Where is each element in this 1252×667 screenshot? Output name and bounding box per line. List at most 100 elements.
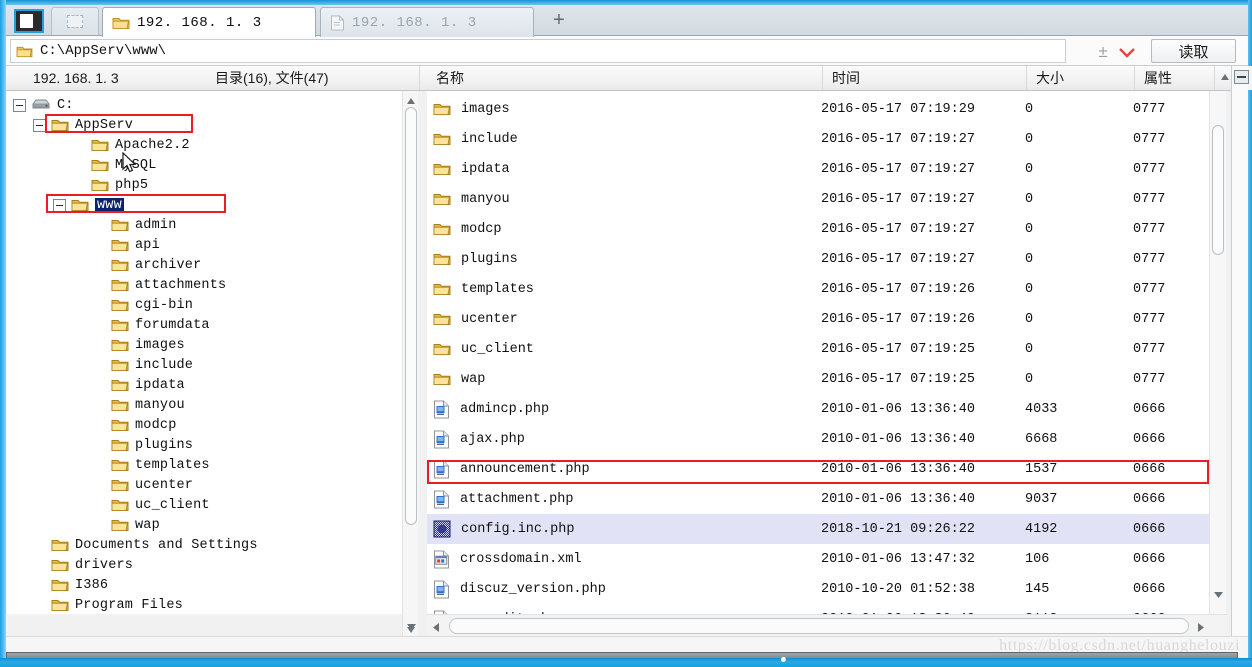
directory-tree-pane[interactable]: C: AppServ Apache2.2 MySQL php5 www admin api ar… xyxy=(7,91,418,614)
file-size-cell: 4033 xyxy=(1025,401,1058,417)
tree-node[interactable]: attachments xyxy=(13,275,418,295)
table-row[interactable]: ajax.php 2010-01-06 13:36:40 6668 0666 xyxy=(427,424,1209,454)
header-time[interactable]: 时间 xyxy=(823,66,1027,90)
panel-collapse-icon[interactable] xyxy=(1234,70,1249,84)
tree-node-label: plugins xyxy=(135,437,194,453)
tree-node[interactable]: C: xyxy=(13,95,418,115)
tree-node[interactable]: www xyxy=(13,195,418,215)
header-name[interactable]: 名称 xyxy=(427,66,823,90)
table-row[interactable]: templates 2016-05-17 07:19:26 0 0777 xyxy=(427,274,1209,304)
tree-node-label: drivers xyxy=(75,557,134,573)
header-counts[interactable]: 目录(16), 文件(47) xyxy=(206,66,420,90)
tree-node[interactable]: admin xyxy=(13,215,418,235)
address-bar: C:\AppServ\www\ ± 读取 xyxy=(6,36,1248,66)
tree-node[interactable]: AppServ xyxy=(13,115,418,135)
folder-icon xyxy=(111,478,129,492)
tab-placeholder-button[interactable] xyxy=(51,7,99,35)
tree-hscroll-down-icon[interactable] xyxy=(406,619,417,630)
table-row[interactable]: include 2016-05-17 07:19:27 0 0777 xyxy=(427,124,1209,154)
tree-node[interactable]: archiver xyxy=(13,255,418,275)
hscroll-right-icon[interactable] xyxy=(1195,620,1206,632)
table-row[interactable]: attachment.php 2010-01-06 13:36:40 9037 066… xyxy=(427,484,1209,514)
tree-node[interactable]: MySQL xyxy=(13,155,418,175)
file-list-pane[interactable]: images 2016-05-17 07:19:29 0 0777 include 201… xyxy=(427,91,1209,614)
mouse-cursor-icon xyxy=(122,151,138,179)
table-row[interactable]: wap 2016-05-17 07:19:25 0 0777 xyxy=(427,364,1209,394)
plus-minus-icon[interactable]: ± xyxy=(1095,43,1111,60)
tree-node[interactable]: api xyxy=(13,235,418,255)
tree-scrollbar[interactable] xyxy=(402,91,418,636)
folder-icon xyxy=(433,162,451,176)
table-row[interactable]: announcement.php 2010-01-06 13:36:40 1537 0… xyxy=(427,454,1209,484)
table-row[interactable]: plugins 2016-05-17 07:19:27 0 0777 xyxy=(427,244,1209,274)
header-host[interactable]: 192. 168. 1. 3 xyxy=(24,66,184,90)
table-row[interactable]: uc_client 2016-05-17 07:19:25 0 0777 xyxy=(427,334,1209,364)
collapse-expander-icon[interactable] xyxy=(13,98,26,112)
collapse-expander-icon[interactable] xyxy=(33,118,46,132)
header-size[interactable]: 大小 xyxy=(1027,66,1135,90)
tree-node[interactable]: uc_client xyxy=(13,495,418,515)
collapse-expander-icon[interactable] xyxy=(53,198,66,212)
file-name-label: discuz_version.php xyxy=(460,581,606,597)
table-row[interactable]: images 2016-05-17 07:19:29 0 0777 xyxy=(427,94,1209,124)
tree-node[interactable]: ucenter xyxy=(13,475,418,495)
file-list-scroll-thumb[interactable] xyxy=(1212,125,1224,255)
tree-scroll-thumb[interactable] xyxy=(405,107,417,525)
window-frame-right xyxy=(1248,0,1252,667)
file-list-hscrollbar[interactable] xyxy=(427,614,1227,636)
table-row[interactable]: ucenter 2016-05-17 07:19:26 0 0777 xyxy=(427,304,1209,334)
tree-node[interactable]: Program Files xyxy=(13,595,418,614)
tree-node[interactable]: php5 xyxy=(13,175,418,195)
table-row[interactable]: discuz_version.php 2010-10-20 01:52:38 145… xyxy=(427,574,1209,604)
tree-node[interactable]: images xyxy=(13,335,418,355)
file-list-scrollbar[interactable] xyxy=(1209,91,1226,614)
tree-scroll-up-icon[interactable] xyxy=(406,93,416,104)
read-button[interactable]: 读取 xyxy=(1151,39,1236,63)
table-row[interactable]: config.inc.php 2018-10-21 09:26:22 4192 066… xyxy=(427,514,1209,544)
tree-node[interactable]: Documents and Settings xyxy=(13,535,418,555)
tree-node[interactable]: wap xyxy=(13,515,418,535)
tree-node[interactable]: plugins xyxy=(13,435,418,455)
new-tab-button[interactable]: + xyxy=(548,10,570,32)
tree-node[interactable]: forumdata xyxy=(13,315,418,335)
column-header-bar: 192. 168. 1. 3 目录(16), 文件(47) 名称 时间 大小 属… xyxy=(6,66,1252,91)
hscroll-thumb[interactable] xyxy=(449,618,1189,634)
path-input[interactable]: C:\AppServ\www\ xyxy=(10,39,1066,63)
tree-node-label: attachments xyxy=(135,277,227,293)
tree-node-label: include xyxy=(135,357,194,373)
file-list-scroll-down-icon[interactable] xyxy=(1213,587,1224,598)
tree-node[interactable]: manyou xyxy=(13,395,418,415)
php-file-icon xyxy=(433,400,450,419)
tab-connection-active[interactable]: 192. 168. 1. 3 xyxy=(102,7,316,37)
tree-node[interactable]: cgi-bin xyxy=(13,295,418,315)
header-attr[interactable]: 属性 xyxy=(1135,66,1215,90)
folder-icon xyxy=(433,372,451,386)
file-size-cell: 0 xyxy=(1025,131,1034,147)
tree-node[interactable]: modcp xyxy=(13,415,418,435)
table-row[interactable]: eccredit.php2010-01-06 13:36:4081120666 xyxy=(427,604,1209,614)
tree-node[interactable]: drivers xyxy=(13,555,418,575)
tree-node[interactable]: ipdata xyxy=(13,375,418,395)
table-row[interactable]: admincp.php 2010-01-06 13:36:40 4033 0666 xyxy=(427,394,1209,424)
hscroll-left-icon[interactable] xyxy=(431,620,442,632)
table-row[interactable]: modcp 2016-05-17 07:19:27 0 0777 xyxy=(427,214,1209,244)
table-row[interactable]: crossdomain.xml 2010-01-06 13:47:32 106 066… xyxy=(427,544,1209,574)
file-name-cell: ipdata xyxy=(427,162,817,177)
tree-node-label: Documents and Settings xyxy=(75,537,258,553)
file-name-cell: uc_client xyxy=(427,342,817,357)
tree-node[interactable]: Apache2.2 xyxy=(13,135,418,155)
file-attr-cell: 0777 xyxy=(1133,131,1166,147)
table-row[interactable]: manyou 2016-05-17 07:19:27 0 0777 xyxy=(427,184,1209,214)
chevron-down-icon[interactable] xyxy=(1118,46,1136,58)
panel-layout-icon[interactable] xyxy=(14,9,44,33)
table-row[interactable]: ipdata 2016-05-17 07:19:27 0 0777 xyxy=(427,154,1209,184)
folder-icon xyxy=(71,198,89,212)
file-time-cell: 2010-01-06 13:36:40 xyxy=(821,461,975,477)
file-time-cell: 2016-05-17 07:19:25 xyxy=(821,341,975,357)
file-name-cell: modcp xyxy=(427,222,817,237)
tab-connection-inactive[interactable]: 192. 168. 1. 3 xyxy=(320,7,534,37)
tree-node[interactable]: include xyxy=(13,355,418,375)
tree-node[interactable]: I386 xyxy=(13,575,418,595)
file-name-label: include xyxy=(461,131,518,147)
tree-node[interactable]: templates xyxy=(13,455,418,475)
